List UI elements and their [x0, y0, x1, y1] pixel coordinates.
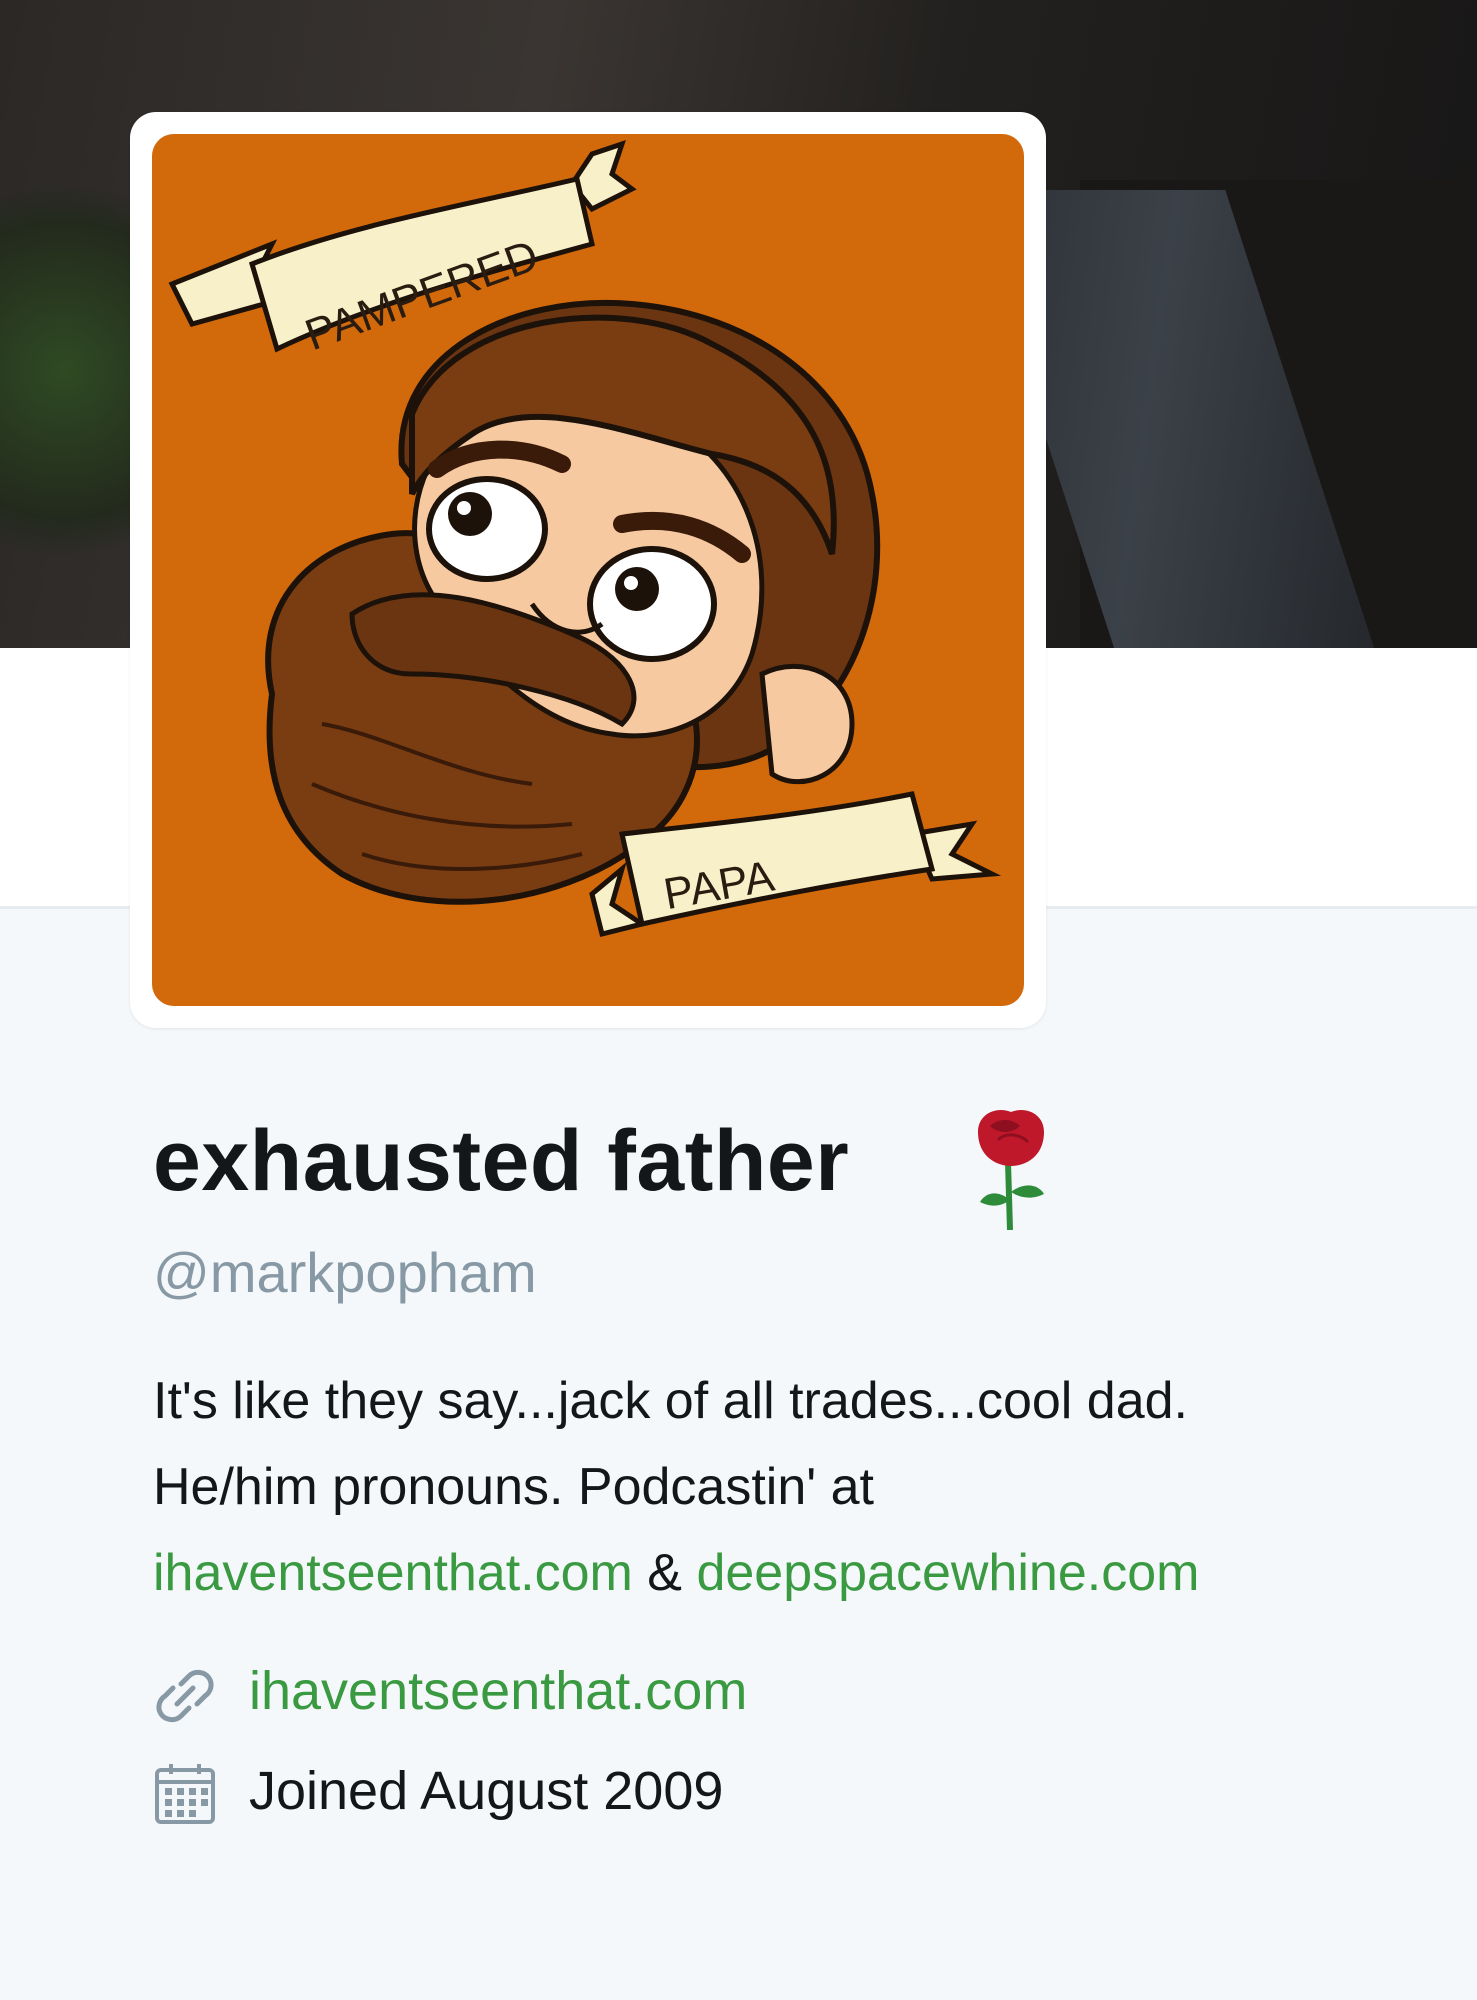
calendar-icon	[155, 1764, 215, 1824]
bio-line-1: It's like they say...jack of all trades.…	[153, 1372, 1188, 1430]
avatar-illustration: PAMPERED PAPA	[152, 134, 1024, 1006]
link-icon	[156, 1669, 214, 1723]
profile-display-name: exhausted father	[153, 1113, 850, 1209]
profile-website-link[interactable]: ihaventseenthat.com	[249, 1660, 747, 1722]
bio-link-ihaventseenthat[interactable]: ihaventseenthat.com	[153, 1544, 633, 1602]
profile-handle[interactable]: @markpopham	[153, 1240, 537, 1305]
bio-link-deepspacewhine[interactable]: deepspacewhine.com	[696, 1544, 1199, 1602]
bio-ampersand: &	[632, 1544, 697, 1602]
bio-line-2: He/him pronouns. Podcastin' at	[153, 1458, 874, 1516]
profile-joined-date: Joined August 2009	[249, 1761, 724, 1821]
profile-avatar[interactable]: PAMPERED PAPA	[130, 112, 1046, 1028]
bio-line-3: ihaventseenthat.com & deepspacewhine.com	[153, 1530, 1453, 1616]
profile-bio: It's like they say...jack of all trades.…	[153, 1358, 1453, 1616]
rose-icon	[978, 1110, 1044, 1230]
